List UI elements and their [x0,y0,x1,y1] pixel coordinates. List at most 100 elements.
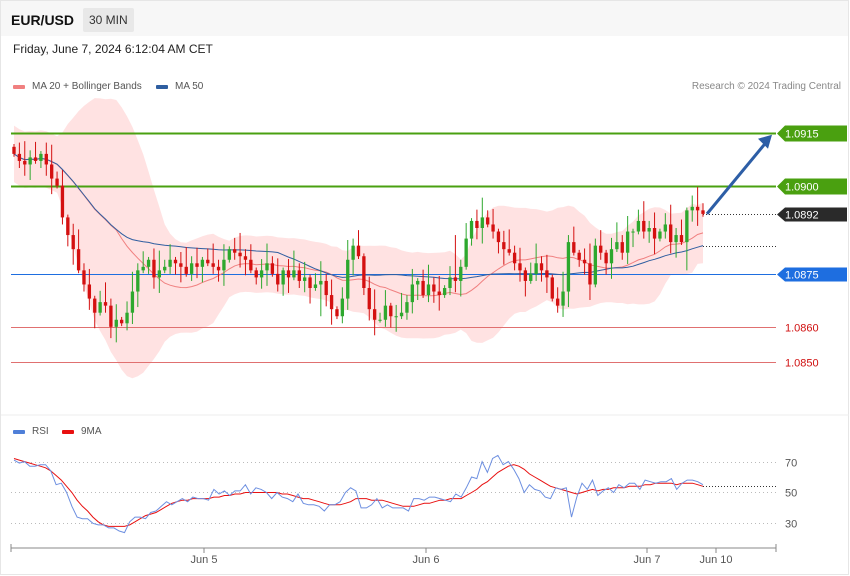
candle-body [281,270,285,285]
candle-body [475,220,479,228]
candle-body [512,252,517,264]
candle-body [66,217,70,236]
candle-body [292,270,296,278]
candle-body [157,270,162,278]
candle-body [389,305,393,317]
candle-body [410,284,414,303]
candle-body [346,259,350,299]
candle-body [582,259,587,264]
candle-body [378,319,382,321]
candle-body [297,270,301,281]
candle-body [663,224,667,232]
x-tick-label: Jun 5 [191,554,218,566]
candle-body [367,288,371,310]
candle-body [480,217,484,228]
x-tick-label: Jun 7 [634,554,661,566]
candle-body [421,280,425,296]
candle-body [33,157,38,161]
candle-body [469,220,474,239]
candle-body [405,302,409,313]
candle-body [572,242,576,253]
support-label: 1.0875 [785,270,819,282]
candle-body [136,270,140,292]
candle-body [652,228,657,239]
candle-body [615,242,619,250]
candle-body [620,242,624,253]
projection-arrow-head [758,134,772,149]
candle-body [44,153,48,165]
candle-body [539,263,544,271]
candle-body [216,266,221,271]
candle-body [459,266,463,281]
candle-body [189,263,194,274]
rsi-line [13,454,704,534]
candle-body [222,259,226,271]
candle-body [566,242,571,292]
candle-body [394,316,398,318]
candle-body [507,249,511,253]
rsi-tick-label: 70 [785,458,797,470]
candle-body [227,249,231,260]
candle-body [416,280,420,285]
candle-body [329,295,334,310]
candle-body [399,312,404,317]
candle-body [28,157,32,165]
candle-body [17,153,22,161]
candle-body [270,263,275,274]
candle-body [486,217,490,225]
candle-body [432,284,436,292]
candle-body [534,263,538,274]
candle-body [324,280,328,296]
candle-body [243,256,248,260]
candle-body [71,235,75,250]
candle-body [496,231,501,243]
candle-body [286,270,291,278]
projection-arrow-shaft [705,142,767,215]
candle-body [701,210,705,214]
resistance-label: 1.0915 [785,129,819,141]
candle-body [249,259,253,271]
candle-body [55,178,59,186]
candle-body [163,266,167,271]
candle-body [502,242,506,250]
candle-body [265,263,269,271]
candle-body [625,231,630,253]
candle-body [453,277,458,281]
candle-body [604,252,608,264]
minor-level-label: 1.0860 [785,323,819,335]
candle-body [184,266,188,274]
candle-body [152,259,156,278]
candle-body [319,280,323,285]
candle-body [50,164,54,179]
candle-body [588,263,592,285]
minor-level-label: 1.0850 [785,358,819,370]
candle-body [200,259,205,267]
candle-body [437,291,441,296]
candle-body [173,259,178,264]
candle-body [211,263,215,267]
candle-body [313,284,318,288]
candle-body [523,270,528,281]
candle-body [669,224,673,243]
x-tick-label: Jun 6 [413,554,440,566]
candle-body [146,259,151,267]
candle-body [12,146,16,154]
candle-body [238,252,242,257]
x-tick-label: Jun 10 [699,554,732,566]
candle-body [308,277,312,288]
candle-body [351,245,355,260]
rsi-tick-label: 50 [785,488,797,500]
candle-body [195,263,199,267]
candle-body [39,153,43,161]
candle-body [93,298,97,313]
candle-body [674,235,678,243]
candle-body [464,238,468,267]
candle-body [233,249,237,253]
candle-body [636,220,641,232]
candle-body [599,245,603,253]
candle-body [685,210,689,243]
candle-body [491,224,495,232]
candle-body [679,235,684,243]
candle-body [141,266,145,271]
candle-body [335,309,339,317]
